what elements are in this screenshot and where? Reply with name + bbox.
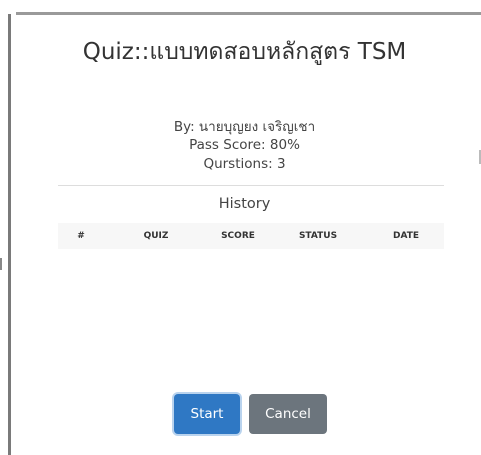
section-divider bbox=[58, 185, 444, 186]
left-border-line bbox=[8, 14, 11, 455]
quiz-question-count: Qurstions: 3 bbox=[203, 156, 286, 172]
quiz-author: By: นายบุญยง เจริญเชา bbox=[173, 119, 316, 135]
left-edge-mark bbox=[0, 258, 2, 270]
column-header-quiz: QUIZ bbox=[143, 231, 169, 241]
column-header-number: # bbox=[77, 231, 85, 241]
start-button[interactable]: Start bbox=[174, 394, 240, 434]
column-header-score: SCORE bbox=[221, 231, 255, 241]
column-header-status: STATUS bbox=[298, 231, 338, 241]
screen: Quiz::แบบทดสอบหลักสูตร TSM By: นายบุญยง … bbox=[0, 0, 481, 455]
history-title: History bbox=[218, 196, 271, 212]
cancel-button[interactable]: Cancel bbox=[249, 394, 327, 434]
column-header-date: DATE bbox=[392, 231, 420, 241]
history-table-header: # QUIZ SCORE STATUS DATE bbox=[58, 223, 444, 249]
quiz-title: Quiz::แบบทดสอบหลักสูตร TSM bbox=[82, 39, 407, 65]
quiz-pass-score: Pass Score: 80% bbox=[189, 137, 300, 153]
quiz-dialog: Quiz::แบบทดสอบหลักสูตร TSM By: นายบุญยง … bbox=[12, 15, 477, 455]
